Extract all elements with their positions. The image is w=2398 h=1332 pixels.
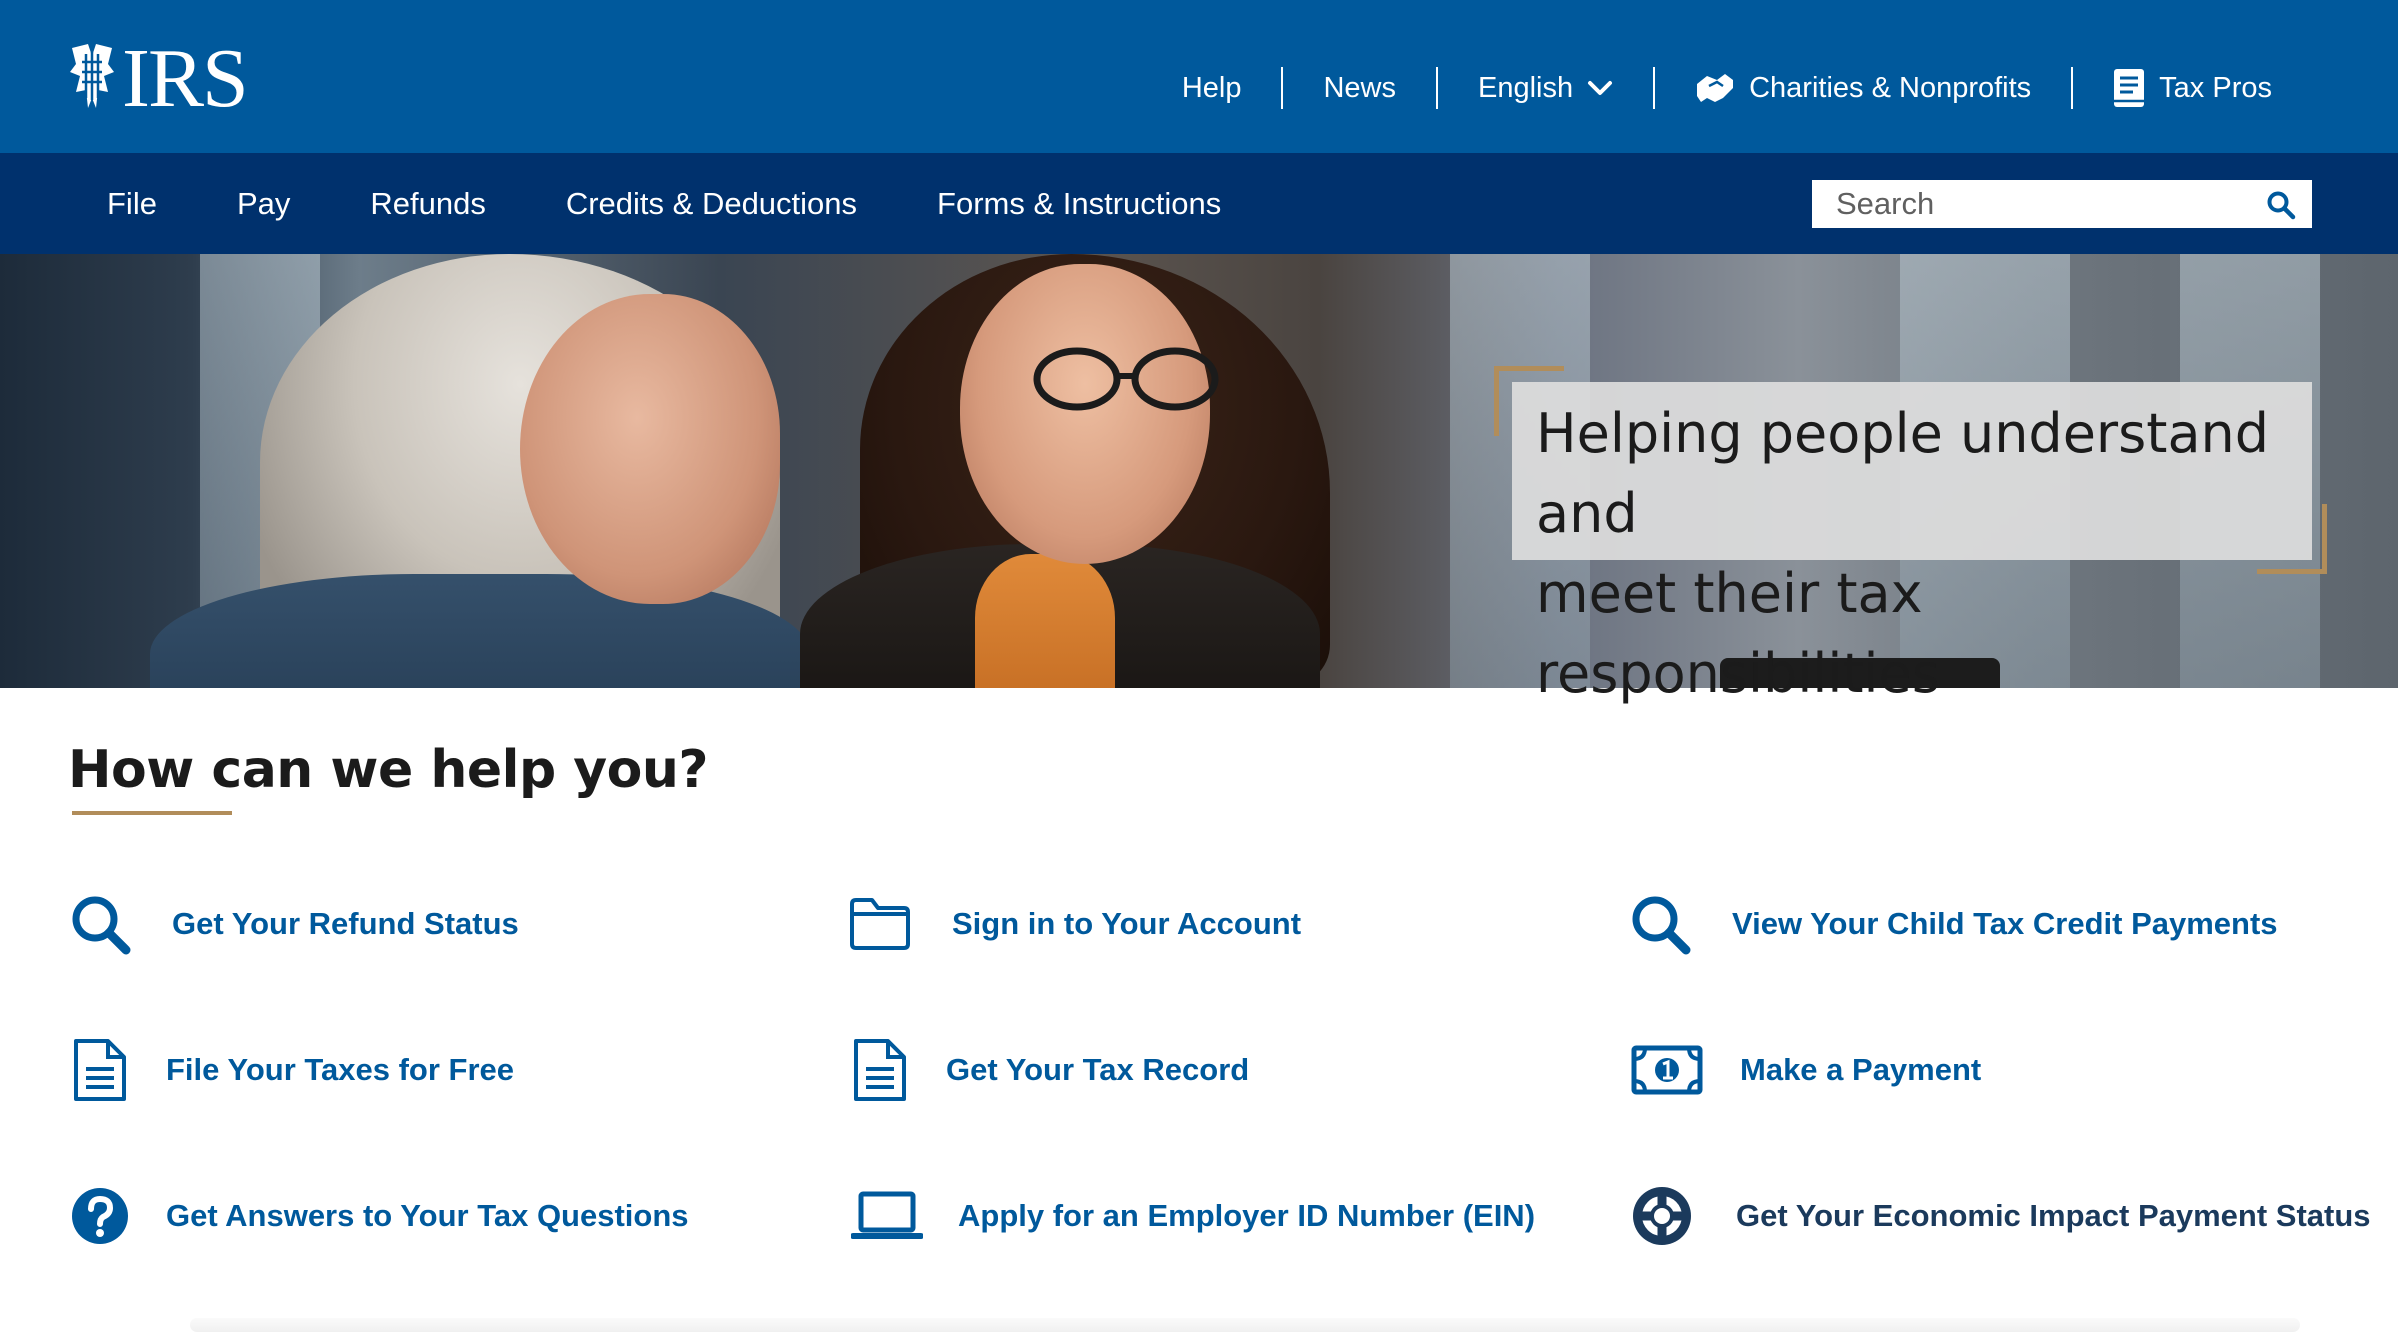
lifebuoy-icon (1630, 1184, 1694, 1248)
person-turtleneck (975, 554, 1115, 688)
title-underline (72, 811, 232, 815)
task-label: Get Your Tax Record (946, 1052, 1250, 1087)
task-label: File Your Taxes for Free (166, 1052, 515, 1087)
hero-caption-line-2: meet their tax responsibilities (1536, 562, 1940, 705)
task-label: Get Your Refund Status (172, 906, 519, 941)
book-icon (2114, 69, 2145, 107)
nav-item-forms-instructions[interactable]: Forms & Instructions (897, 186, 1261, 222)
folder-icon (848, 892, 912, 956)
money-icon (1630, 1038, 1704, 1102)
task-sign-in-account[interactable]: Sign in to Your Account (848, 892, 1301, 956)
task-file-free[interactable]: File Your Taxes for Free (68, 1038, 514, 1102)
task-child-tax-credit[interactable]: View Your Child Tax Credit Payments (1628, 892, 2278, 956)
glasses-icon (1033, 347, 1219, 411)
question-icon (68, 1184, 132, 1248)
help-section-title: How can we help you? (68, 740, 709, 800)
search-input[interactable] (1814, 182, 2244, 226)
search-button[interactable] (2266, 190, 2296, 220)
help-link-label: Help (1181, 71, 1242, 104)
nav-item-credits-deductions[interactable]: Credits & Deductions (526, 186, 897, 222)
task-tax-record[interactable]: Get Your Tax Record (848, 1038, 1249, 1102)
search-box (1812, 180, 2312, 228)
irs-logo[interactable]: IRS (68, 32, 249, 125)
tax-pros-link-label: Tax Pros (2159, 71, 2272, 104)
document-icon (848, 1038, 912, 1102)
hero-caption-line-1: Helping people understand and (1536, 402, 2270, 545)
eagle-icon (70, 44, 114, 108)
utility-nav: Help News English Charities & Nonprofits (1142, 60, 2312, 116)
nav-item-pay[interactable]: Pay (197, 186, 330, 222)
task-label: Apply for an Employer ID Number (EIN) (958, 1198, 1536, 1233)
task-refund-status[interactable]: Get Your Refund Status (68, 892, 519, 956)
language-label: English (1477, 71, 1574, 104)
task-label: View Your Child Tax Credit Payments (1732, 906, 2278, 941)
news-link-label: News (1323, 71, 1396, 104)
top-header: IRS Help News English Charities & Nonpro… (0, 0, 2398, 153)
search-icon (68, 892, 132, 956)
caption-bracket (2257, 504, 2327, 574)
charities-link-label: Charities & Nonprofits (1749, 71, 2032, 104)
logo-text: IRS (122, 32, 249, 125)
task-make-payment[interactable]: Make a Payment (1630, 1038, 1981, 1102)
nav-item-refunds[interactable]: Refunds (330, 186, 525, 222)
tax-pros-link[interactable]: Tax Pros (2073, 67, 2312, 109)
document-icon (68, 1038, 132, 1102)
task-label: Make a Payment (1740, 1052, 1982, 1087)
content-divider (190, 1318, 2300, 1332)
chevron-down-icon (1588, 81, 1613, 95)
task-employer-id[interactable]: Apply for an Employer ID Number (EIN) (850, 1184, 1535, 1248)
help-link[interactable]: Help (1142, 67, 1282, 109)
laptop-icon (850, 1184, 924, 1248)
person-face (960, 264, 1210, 564)
nav-item-file[interactable]: File (67, 186, 197, 222)
handshake-icon (1697, 74, 1734, 102)
search-icon (1628, 892, 1692, 956)
task-tax-questions[interactable]: Get Answers to Your Tax Questions (68, 1184, 689, 1248)
charities-link[interactable]: Charities & Nonprofits (1655, 67, 2071, 109)
task-label: Get Your Economic Impact Payment Status (1736, 1198, 2371, 1233)
task-economic-impact-payment[interactable]: Get Your Economic Impact Payment Status (1630, 1184, 2371, 1248)
hero-caption: Helping people understand and meet their… (1512, 382, 2312, 705)
search-icon (2267, 191, 2296, 220)
language-dropdown[interactable]: English (1438, 67, 1653, 109)
task-label: Get Answers to Your Tax Questions (166, 1198, 689, 1233)
task-label: Sign in to Your Account (952, 906, 1302, 941)
news-link[interactable]: News (1283, 67, 1436, 109)
person-face (520, 294, 780, 604)
